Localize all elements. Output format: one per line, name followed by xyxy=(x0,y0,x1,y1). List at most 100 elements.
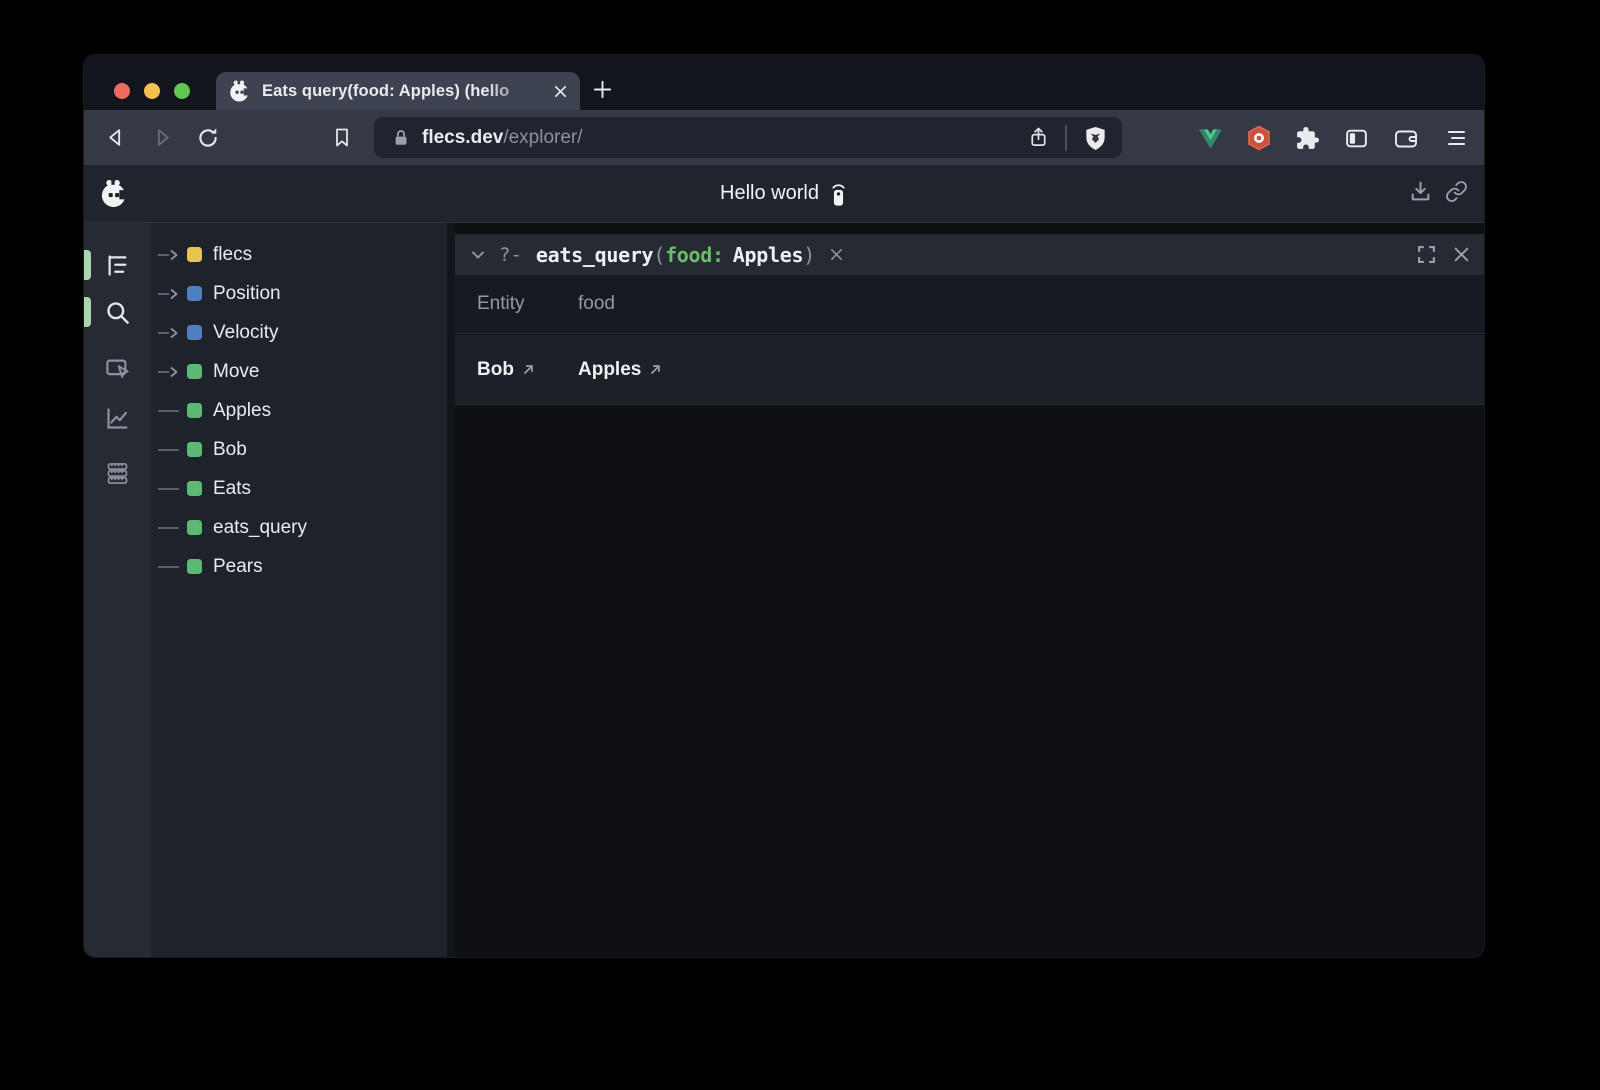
tree-item-move[interactable]: Move xyxy=(151,352,447,391)
extensions-puzzle-icon[interactable] xyxy=(1295,126,1320,151)
query-colon: : xyxy=(712,243,724,267)
tree-item-position[interactable]: Position xyxy=(151,274,447,313)
vue-devtools-icon[interactable] xyxy=(1198,126,1223,150)
tree-item-label: Position xyxy=(213,283,281,305)
query-panel-header: ?- eats_query(food:Apples) xyxy=(455,234,1484,275)
leaf-line-icon xyxy=(157,559,183,575)
content-area: flecs Position Velocity Move Apples xyxy=(84,223,1484,957)
column-header-entity: Entity xyxy=(477,293,578,315)
tree-item-label: eats_query xyxy=(213,517,307,539)
share-button[interactable] xyxy=(1028,126,1049,149)
tree-item-pears[interactable]: Pears xyxy=(151,547,447,586)
flecs-favicon-icon xyxy=(228,79,252,103)
leaf-line-icon xyxy=(157,403,183,419)
tree-item-label: Move xyxy=(213,361,259,383)
sidebar-toggle-icon[interactable] xyxy=(1344,126,1369,151)
entity-color-swatch xyxy=(187,325,202,340)
collapse-chevron-icon[interactable] xyxy=(469,246,487,264)
tree-item-label: flecs xyxy=(213,244,252,266)
tree-item-flecs[interactable]: flecs xyxy=(151,235,447,274)
entity-color-swatch xyxy=(187,286,202,301)
lock-icon xyxy=(392,128,410,147)
table-row: Bob Apples xyxy=(455,335,1484,405)
external-link-icon[interactable] xyxy=(522,363,535,376)
entity-tree-panel: flecs Position Velocity Move Apples xyxy=(151,223,447,957)
tree-item-label: Pears xyxy=(213,556,263,578)
traffic-lights xyxy=(114,83,190,99)
leaf-line-icon xyxy=(157,520,183,536)
url-path: /explorer/ xyxy=(503,127,582,148)
browser-toolbar: flecs.dev/explorer/ xyxy=(84,110,1484,165)
new-tab-button[interactable] xyxy=(592,79,613,100)
query-title: eats_query(food:Apples) xyxy=(536,243,815,267)
entity-color-swatch xyxy=(187,403,202,418)
query-clear-icon[interactable] xyxy=(829,247,844,262)
query-param: food xyxy=(665,243,712,267)
zoom-window-button[interactable] xyxy=(174,83,190,99)
query-value: Apples xyxy=(733,243,803,267)
open-paren: ( xyxy=(653,243,665,267)
menu-icon[interactable] xyxy=(1443,126,1467,150)
search-panel-button[interactable] xyxy=(104,299,131,326)
entity-cell[interactable]: Bob xyxy=(477,359,514,381)
minimize-window-button[interactable] xyxy=(144,83,160,99)
tree-item-label: Velocity xyxy=(213,322,278,344)
link-button[interactable] xyxy=(1445,180,1468,203)
entity-color-swatch xyxy=(187,520,202,535)
food-cell[interactable]: Apples xyxy=(578,359,641,381)
entity-color-swatch xyxy=(187,247,202,262)
entity-color-swatch xyxy=(187,559,202,574)
page-title-row: Hello world xyxy=(84,181,1484,207)
tab-bar: Eats query(food: Apples) (hello xyxy=(84,55,1484,110)
entity-color-swatch xyxy=(187,442,202,457)
expand-chevron-icon[interactable] xyxy=(157,247,183,263)
close-window-button[interactable] xyxy=(114,83,130,99)
panel-divider[interactable] xyxy=(447,223,455,957)
query-panel: ?- eats_query(food:Apples) Entity food xyxy=(455,223,1484,957)
tab-close-icon[interactable] xyxy=(553,84,568,99)
stats-panel-button[interactable] xyxy=(104,460,131,487)
bookmark-button[interactable] xyxy=(331,126,353,149)
query-prompt: ?- xyxy=(499,244,522,266)
active-panel-pill-tree xyxy=(84,250,91,280)
inspect-panel-button[interactable] xyxy=(104,355,131,382)
toolbar-divider xyxy=(1065,125,1067,151)
world-name: Hello world xyxy=(720,182,819,205)
tree-item-eats-query[interactable]: eats_query xyxy=(151,508,447,547)
hexagon-extension-icon[interactable] xyxy=(1247,125,1271,151)
wallet-icon[interactable] xyxy=(1393,126,1419,151)
leaf-line-icon xyxy=(157,442,183,458)
url-text: flecs.dev/explorer/ xyxy=(422,127,583,149)
entity-color-swatch xyxy=(187,364,202,379)
close-paren: ) xyxy=(803,243,815,267)
external-link-icon[interactable] xyxy=(649,363,662,376)
chart-panel-button[interactable] xyxy=(104,405,131,432)
column-header-food: food xyxy=(578,293,1484,315)
expand-chevron-icon[interactable] xyxy=(157,286,183,302)
brave-shield-icon[interactable] xyxy=(1083,125,1108,151)
panel-icon-strip xyxy=(84,223,151,957)
remote-icon xyxy=(829,181,848,207)
tree-item-apples[interactable]: Apples xyxy=(151,391,447,430)
tree-item-bob[interactable]: Bob xyxy=(151,430,447,469)
tree-item-eats[interactable]: Eats xyxy=(151,469,447,508)
fullscreen-icon[interactable] xyxy=(1417,245,1436,264)
url-domain: flecs.dev xyxy=(422,127,503,148)
expand-chevron-icon[interactable] xyxy=(157,364,183,380)
app-header: Hello world xyxy=(84,165,1484,223)
reload-button[interactable] xyxy=(196,126,220,150)
active-panel-pill-search xyxy=(84,297,91,327)
back-button[interactable] xyxy=(104,126,127,149)
forward-button[interactable] xyxy=(151,126,174,149)
leaf-line-icon xyxy=(157,481,183,497)
browser-tab[interactable]: Eats query(food: Apples) (hello xyxy=(216,72,580,110)
tree-item-velocity[interactable]: Velocity xyxy=(151,313,447,352)
tree-item-label: Apples xyxy=(213,400,271,422)
tab-title: Eats query(food: Apples) (hello xyxy=(262,82,543,101)
url-bar[interactable]: flecs.dev/explorer/ xyxy=(374,117,1122,158)
expand-chevron-icon[interactable] xyxy=(157,325,183,341)
tree-panel-button[interactable] xyxy=(104,252,131,279)
tree-item-label: Eats xyxy=(213,478,251,500)
panel-close-icon[interactable] xyxy=(1453,246,1470,263)
download-button[interactable] xyxy=(1409,180,1432,203)
